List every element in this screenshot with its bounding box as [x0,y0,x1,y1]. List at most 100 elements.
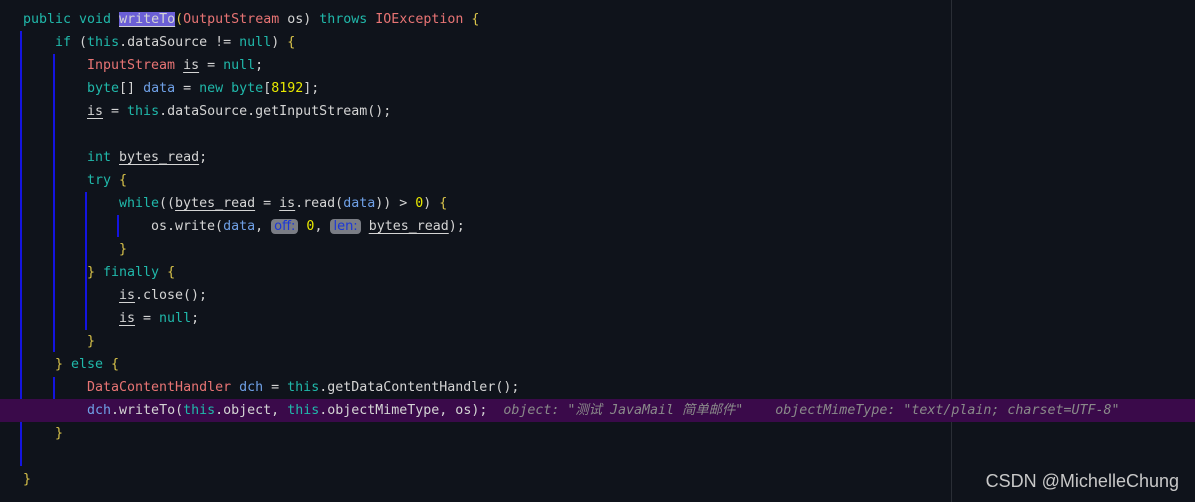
code-token: try [87,173,120,188]
code-token: { [287,35,296,50]
code-token: else [71,357,112,372]
code-line[interactable]: } finally { [0,261,1195,284]
code-line[interactable]: is.close(); [0,284,1195,307]
code-line[interactable]: while((bytes_read = is.read(data)) > 0) … [0,192,1195,215]
code-text: is = null; [119,307,199,330]
code-token: this [127,104,160,119]
code-token: is [119,311,136,326]
code-token: ; [191,311,200,326]
code-token: int [87,150,120,165]
code-line[interactable]: } else { [0,353,1195,376]
code-token: 8192 [271,81,304,96]
code-line[interactable]: byte[] data = new byte[8192]; [0,77,1195,100]
code-line[interactable]: } [0,330,1195,353]
code-token: = [199,58,224,73]
code-token: null [159,311,192,326]
code-text: dch.writeTo(this.object, this.objectMime… [87,399,1120,422]
code-token: = [135,311,160,326]
code-token: } [55,357,72,372]
code-line[interactable]: DataContentHandler dch = this.getDataCon… [0,376,1195,399]
code-token: null [223,58,256,73]
code-token: this [87,35,120,50]
code-line[interactable]: } [0,422,1195,445]
code-token: ( [175,12,184,27]
code-editor[interactable]: public void writeTo(OutputStream os) thr… [0,0,1195,502]
code-text: } [87,330,95,353]
code-token: InputStream [87,58,184,73]
parameter-hint: off: [271,219,299,234]
code-token: throws [319,12,376,27]
code-line[interactable]: if (this.dataSource != null) { [0,31,1195,54]
inline-debug-value: object: "测试 JavaMail 简单邮件" objectMimeTyp… [487,403,1120,418]
code-token: public void [23,12,120,27]
code-token: ); [448,219,465,234]
code-line[interactable]: InputStream is = null; [0,54,1195,77]
code-token: [ [263,81,272,96]
code-text: InputStream is = null; [87,54,263,77]
code-text: byte[] data = new byte[8192]; [87,77,319,100]
code-token: ) [271,35,288,50]
code-token: = [103,104,128,119]
code-line[interactable] [0,445,1195,468]
code-token: while [119,196,160,211]
code-token: .read( [295,196,344,211]
code-token: { [111,357,120,372]
code-text: public void writeTo(OutputStream os) thr… [23,8,479,31]
code-token: data [143,81,176,96]
code-line-current[interactable]: dch.writeTo(this.object, this.objectMime… [0,399,1195,422]
watermark: CSDN @MichelleChung [985,471,1179,491]
code-token: dch [87,403,112,418]
code-token: bytes_read [368,219,449,234]
code-text: os.write(data, off: 0, len: bytes_read); [151,215,465,238]
code-text: is.close(); [119,284,207,307]
code-token: is [87,104,104,119]
code-line[interactable]: public void writeTo(OutputStream os) thr… [0,8,1195,31]
code-token: } [87,334,96,349]
code-line[interactable]: is = this.dataSource.getInputStream(); [0,100,1195,123]
code-token: ]; [303,81,320,96]
code-token: , [314,219,331,234]
code-token: is [119,288,136,303]
code-token: writeTo [119,12,176,27]
code-token: } [55,426,64,441]
code-line[interactable] [0,123,1195,146]
code-token: is [183,58,200,73]
code-line[interactable]: int bytes_read; [0,146,1195,169]
code-line[interactable]: os.write(data, off: 0, len: bytes_read); [0,215,1195,238]
code-token: if [55,35,80,50]
code-token: )) > [375,196,416,211]
code-token: data [343,196,376,211]
code-token: } [87,265,104,280]
code-token: dch [239,380,264,395]
code-token: .dataSource.getInputStream(); [159,104,392,119]
code-text: while((bytes_read = is.read(data)) > 0) … [119,192,447,215]
code-token: bytes_read [119,150,200,165]
code-line[interactable]: is = null; [0,307,1195,330]
code-token: os) [279,12,320,27]
code-token: ; [199,150,208,165]
code-token: ) [423,196,440,211]
code-token: OutputStream [183,12,280,27]
code-token: byte [231,81,264,96]
code-text: DataContentHandler dch = this.getDataCon… [87,376,519,399]
code-text: } [119,238,127,261]
code-line[interactable]: try { [0,169,1195,192]
code-token: .object, [215,403,288,418]
code-token: .writeTo( [111,403,184,418]
code-token: = [175,81,200,96]
parameter-hint: len: [330,219,361,234]
code-token: data [223,219,256,234]
code-token: .dataSource != [119,35,240,50]
code-token: os.write( [151,219,224,234]
code-text: } [23,468,31,491]
code-token: .objectMimeType, os); [319,403,488,418]
code-token: new [199,81,232,96]
code-token: this [287,403,320,418]
code-token: } [23,472,32,487]
code-token: ( [79,35,88,50]
code-text: } finally { [87,261,175,284]
code-token: byte [87,81,120,96]
code-token: this [183,403,216,418]
code-line[interactable]: } [0,238,1195,261]
